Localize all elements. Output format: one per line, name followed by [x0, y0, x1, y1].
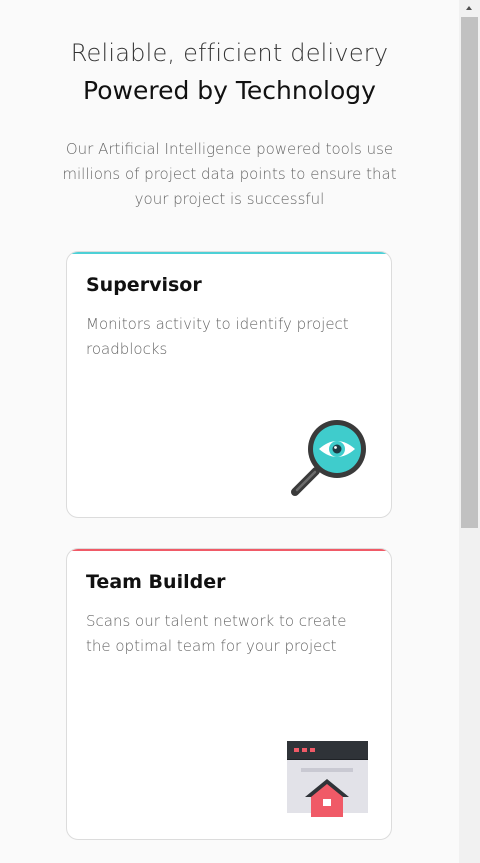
- card-title: Team Builder: [86, 571, 226, 593]
- vertical-scrollbar[interactable]: [459, 0, 480, 863]
- card-title: Supervisor: [86, 274, 202, 296]
- scrollbar-thumb[interactable]: [461, 17, 478, 528]
- section-title: Powered by Technology: [83, 76, 376, 105]
- card-description: Scans our talent network to create the o…: [86, 612, 347, 655]
- scroll-up-arrow-icon[interactable]: [459, 0, 480, 16]
- card-accent-bar: [67, 252, 391, 254]
- magnifier-eye-icon: [287, 418, 369, 500]
- feature-card-supervisor: Supervisor Monitors activity to identify…: [66, 251, 392, 518]
- browser-house-icon: [287, 741, 368, 823]
- section-subtitle: Reliable, efficient delivery: [70, 39, 389, 67]
- feature-card-team-builder: Team Builder Scans our talent network to…: [66, 548, 392, 840]
- card-description: Monitors activity to identify project ro…: [86, 315, 349, 358]
- page: Reliable, efficient delivery Powered by …: [0, 0, 459, 863]
- intro-text: Our Artificial Intelligence powered tool…: [62, 140, 397, 208]
- scroll-down-arrow-icon[interactable]: [459, 847, 480, 863]
- card-accent-bar: [67, 549, 391, 551]
